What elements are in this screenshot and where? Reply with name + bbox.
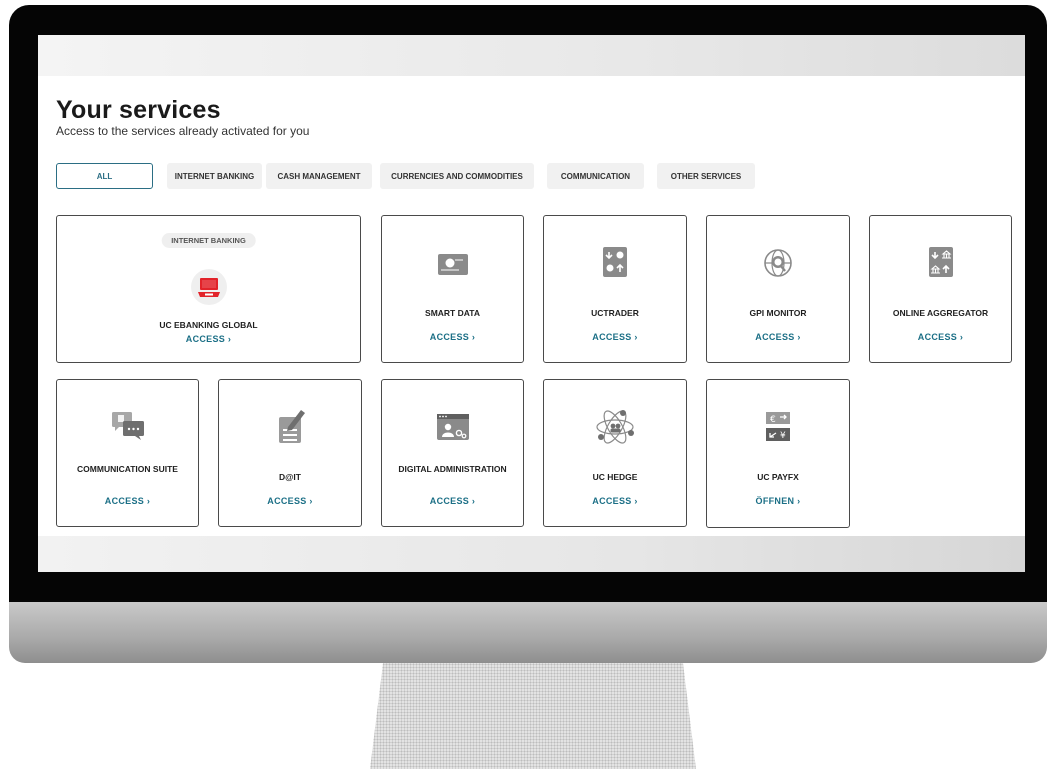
chevron-right-icon: › [309,496,313,506]
access-link-label: ÖFFNEN [755,496,795,506]
service-card-smart-data[interactable]: SMART DATA ACCESS › [381,215,524,363]
access-link-label: ACCESS [104,496,145,506]
service-name: D@IT [279,472,301,482]
tab-cash-management[interactable]: CASH MANAGEMENT [266,163,372,189]
access-link[interactable]: ACCESS › [870,332,1011,342]
service-name: ONLINE AGGREGATOR [892,308,989,318]
chat-bubbles-icon [110,409,146,443]
page-subtitle: Access to the services already activated… [56,124,310,138]
service-card-communication-suite[interactable]: COMMUNICATION SUITE ACCESS › [56,379,199,527]
tab-communication[interactable]: COMMUNICATION [547,163,644,189]
access-link-label: ACCESS [267,496,307,506]
service-name: GPI MONITOR [749,308,807,318]
access-link-label: ACCESS [429,496,470,506]
service-card-online-aggregator[interactable]: ONLINE AGGREGATOR ACCESS › [869,215,1012,363]
category-badge: INTERNET BANKING [161,233,256,248]
service-card-uc-payfx[interactable]: € ¥ UC PAYFX ÖFFNEN › [706,379,850,528]
tab-internet-banking[interactable]: INTERNET BANKING [167,163,262,189]
service-name: UC HEDGE [592,472,638,482]
admin-settings-icon [435,411,471,443]
service-card-d-at-it[interactable]: D@IT ACCESS › [218,379,362,527]
service-name: UC EBANKING GLOBAL [159,320,258,330]
service-name: UC PAYFX [757,472,799,482]
chevron-right-icon: › [471,496,476,506]
svg-text:¥: ¥ [780,431,786,441]
globe-search-icon [760,246,796,280]
document-edit-icon [272,405,308,445]
access-link-label: ACCESS [755,332,795,342]
chevron-right-icon: › [634,496,638,506]
access-link[interactable]: ÖFFNEN › [707,496,849,506]
tab-currencies-and-commodities[interactable]: CURRENCIES AND COMMODITIES [380,163,534,189]
service-name: DIGITAL ADMINISTRATION [398,464,507,474]
bank-transfer-icon [923,244,959,280]
service-card-uc-hedge[interactable]: UC HEDGE ACCESS › [543,379,687,527]
chevron-right-icon: › [471,332,476,342]
data-card-icon [435,249,471,279]
access-link[interactable]: ACCESS › [219,496,361,506]
chevron-right-icon: › [959,332,964,342]
service-card-uc-ebanking-global[interactable]: INTERNET BANKING UC EBANKING GLOBAL ACCE… [56,215,361,363]
access-link-label: ACCESS [429,332,470,342]
access-link[interactable]: ACCESS › [57,334,360,344]
access-link-label: ACCESS [592,496,632,506]
monitor-chin [9,602,1047,663]
service-card-digital-administration[interactable]: DIGITAL ADMINISTRATION ACCESS › [381,379,524,527]
chevron-right-icon: › [227,334,232,344]
tab-other-services[interactable]: OTHER SERVICES [657,163,755,189]
service-card-uctrader[interactable]: UCTRADER ACCESS › [543,215,687,363]
chevron-right-icon: › [797,332,801,342]
service-name: COMMUNICATION SUITE [77,464,178,474]
currency-exchange-icon [597,244,633,280]
page-title: Your services [56,96,221,124]
svg-text:€: € [770,415,776,425]
euro-yen-exchange-icon: € ¥ [760,408,796,444]
access-link-label: ACCESS [185,334,226,344]
tab-all[interactable]: ALL [56,163,153,189]
access-link[interactable]: ACCESS › [707,332,849,342]
access-link[interactable]: ACCESS › [57,496,198,506]
access-link-label: ACCESS [592,332,632,342]
screen-header-band [38,35,1025,76]
screen-footer-band [38,536,1025,572]
chevron-right-icon: › [634,332,638,342]
chevron-right-icon: › [146,496,151,506]
service-name: SMART DATA [425,308,480,318]
access-link-label: ACCESS [917,332,958,342]
service-card-gpi-monitor[interactable]: GPI MONITOR ACCESS › [706,215,850,363]
access-link[interactable]: ACCESS › [382,496,523,506]
chevron-right-icon: › [797,496,801,506]
screen: Your services Access to the services alr… [38,35,1025,572]
service-name: UCTRADER [591,308,639,318]
access-link[interactable]: ACCESS › [544,332,686,342]
access-link[interactable]: ACCESS › [382,332,523,342]
access-link[interactable]: ACCESS › [544,496,686,506]
atom-currency-icon [593,405,637,449]
monitor-stand [370,663,696,769]
laptop-icon [190,268,228,306]
